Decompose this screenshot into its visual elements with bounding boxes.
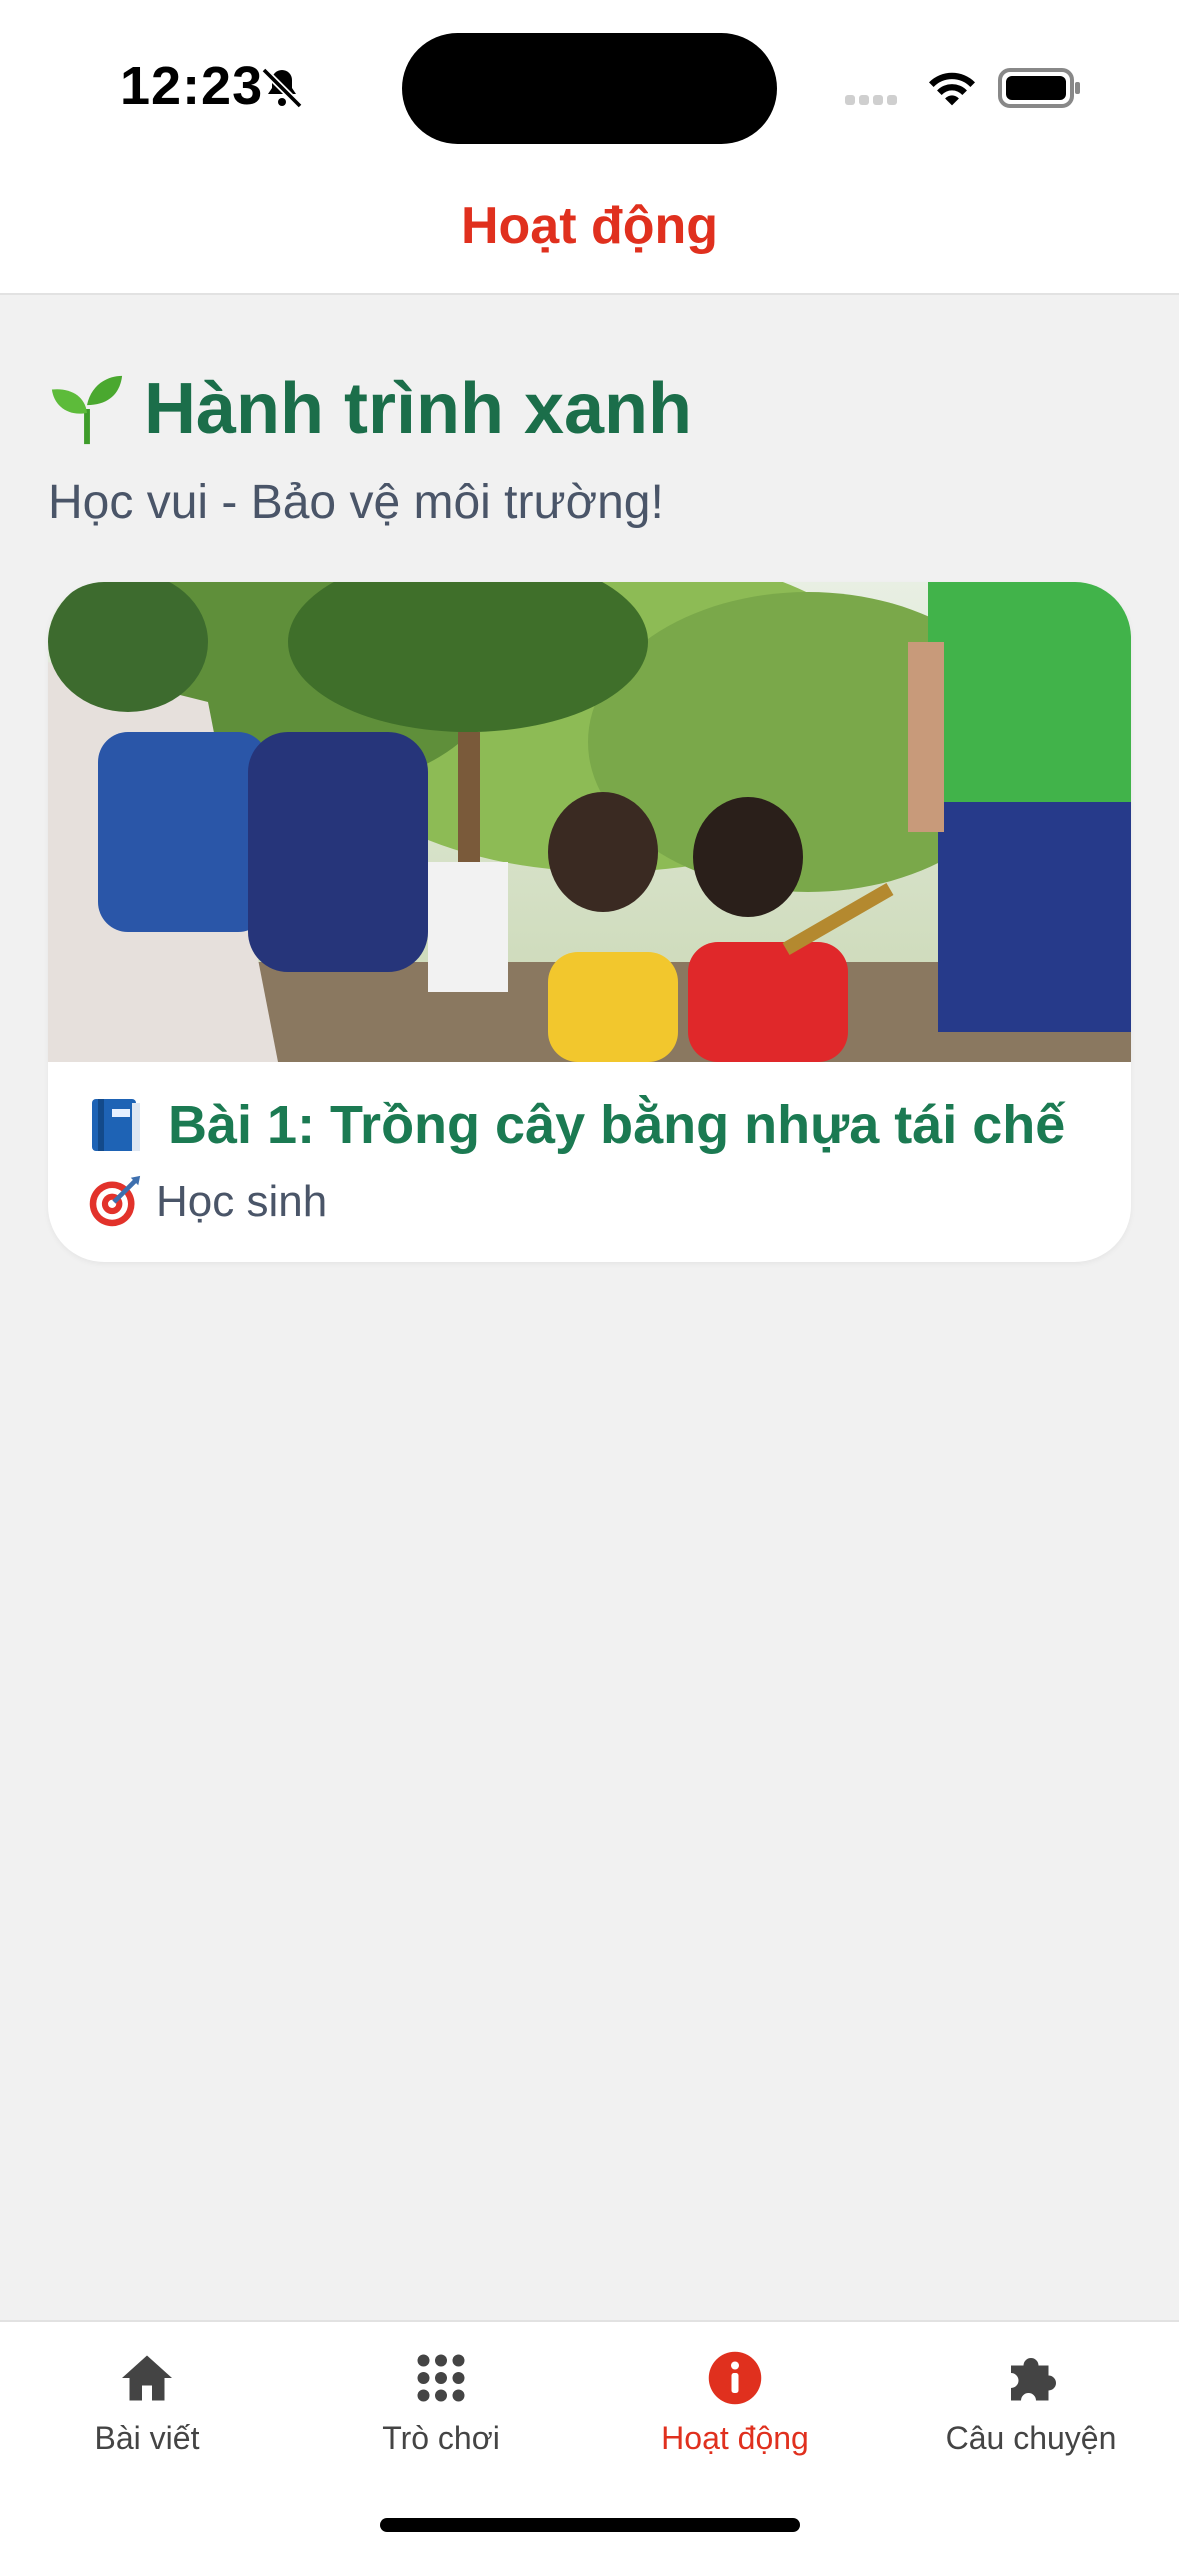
puzzle-icon [1011,2358,1056,2401]
tab-stories[interactable]: Câu chuyện [884,2348,1178,2457]
tab-label: Hoạt động [661,2420,809,2456]
card-audience: Học sinh [86,1174,327,1230]
bell-muted-icon [261,67,303,109]
battery-icon [998,68,1080,108]
hero-title: Hành trình xanh [144,369,693,449]
card-audience-text: Học sinh [156,1177,328,1226]
status-time: 12:23 [120,56,264,116]
seedling-icon [51,375,123,445]
book-icon [92,1099,140,1151]
hero-heading: Hành trình xanh [48,368,692,450]
tab-articles[interactable]: Bài viết [0,2348,294,2457]
home-icon [122,2355,172,2401]
tab-label: Bài viết [94,2420,200,2456]
home-indicator [380,2518,800,2532]
hero-subtitle: Học vui - Bảo vệ môi trường! [48,476,664,529]
cellular-signal-icon [845,92,905,106]
wifi-icon [929,72,975,106]
page-title: Hoạt động [460,197,719,255]
dynamic-island [402,33,777,144]
target-icon [89,1175,141,1227]
info-icon [708,2351,762,2405]
app-screen: 12:23 Hoạt động Hành trình xanh Học vui [0,0,1179,2556]
activity-photo [48,582,1131,1062]
card-title: Bài 1: Trồng cây bằng nhựa tái chế [88,1094,1065,1156]
tab-label: Trò chơi [382,2420,500,2456]
tab-games[interactable]: Trò chơi [294,2348,588,2457]
card-title-text: Bài 1: Trồng cây bằng nhựa tái chế [168,1095,1066,1155]
tab-label: Câu chuyện [945,2420,1117,2456]
tab-activities[interactable]: Hoạt động [588,2348,882,2457]
grid-icon [417,2354,465,2402]
activity-card[interactable]: Bài 1: Trồng cây bằng nhựa tái chế Học s… [48,582,1131,1262]
top-bar: 12:23 Hoạt động [0,0,1179,295]
